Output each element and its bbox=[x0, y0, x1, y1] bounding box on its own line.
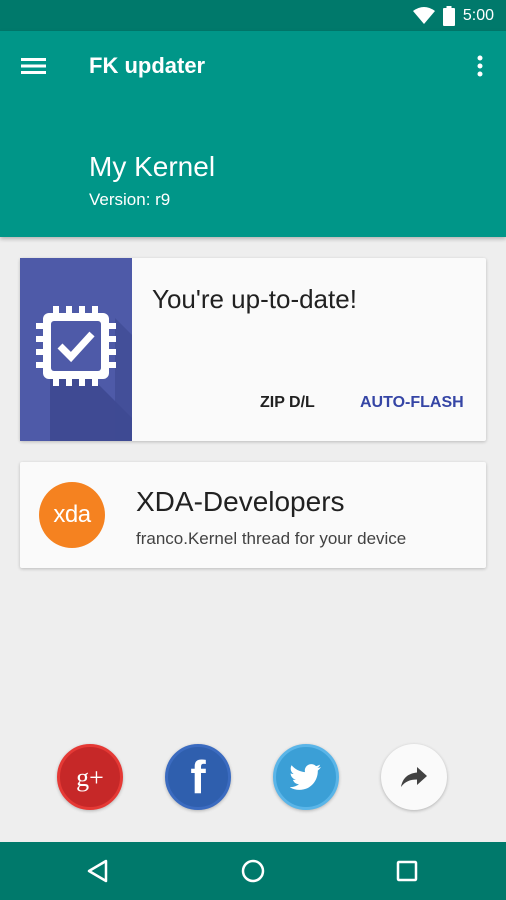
kernel-version: Version: r9 bbox=[89, 190, 171, 209]
kernel-name: My Kernel bbox=[89, 151, 216, 182]
navigation-bar bbox=[0, 842, 506, 900]
status-time: 5:00 bbox=[462, 6, 494, 24]
xda-logo: xda bbox=[39, 482, 105, 548]
zip-download-button[interactable]: ZIP D/L bbox=[254, 390, 321, 416]
chip-check-icon bbox=[36, 306, 132, 441]
xda-title: XDA-Developers bbox=[136, 486, 345, 517]
facebook-label: f bbox=[190, 751, 206, 803]
twitter-button[interactable] bbox=[273, 744, 339, 810]
app-bar: FK updater My Kernel Version: r9 bbox=[0, 31, 506, 237]
twitter-icon bbox=[290, 764, 321, 790]
card-art bbox=[20, 258, 132, 441]
xda-card[interactable]: xda XDA-Developers franco.Kernel thread … bbox=[20, 462, 486, 568]
facebook-button[interactable]: f bbox=[165, 744, 231, 810]
battery-icon bbox=[442, 5, 455, 26]
home-icon[interactable] bbox=[223, 842, 283, 900]
back-icon[interactable] bbox=[68, 842, 128, 900]
overflow-icon[interactable] bbox=[472, 53, 488, 79]
update-card: You're up-to-date! ZIP D/L AUTO-FLASH bbox=[20, 258, 486, 441]
app-title: FK updater bbox=[89, 53, 206, 78]
share-icon bbox=[401, 767, 427, 787]
menu-icon[interactable] bbox=[20, 53, 50, 79]
auto-flash-button[interactable]: AUTO-FLASH bbox=[354, 390, 470, 416]
share-button[interactable] bbox=[381, 744, 447, 810]
status-bar: 5:00 bbox=[0, 0, 506, 31]
update-status-message: You're up-to-date! bbox=[152, 284, 357, 314]
wifi-icon bbox=[412, 6, 435, 25]
google-plus-button[interactable]: g+ bbox=[57, 744, 123, 810]
google-plus-label: g+ bbox=[76, 763, 104, 792]
xda-subtitle: franco.Kernel thread for your device bbox=[136, 529, 407, 548]
recents-icon[interactable] bbox=[377, 842, 437, 900]
